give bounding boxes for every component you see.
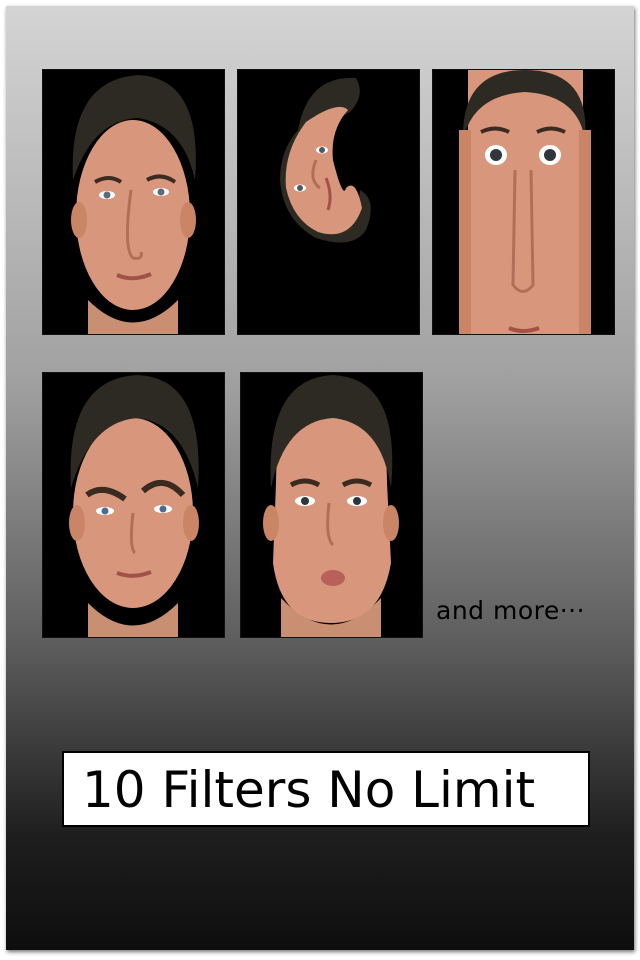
- face-filter-photo-swirl[interactable]: [237, 69, 420, 335]
- face-filter-photo-chubby[interactable]: [240, 372, 423, 638]
- face-original-image: [71, 75, 196, 334]
- filters-banner-text: 10 Filters No Limit: [82, 761, 536, 819]
- face-raised-brow-image: [69, 375, 199, 637]
- face-filter-photo-original[interactable]: [42, 69, 225, 335]
- and-more-label: and more···: [436, 596, 586, 625]
- face-stretch-image: [459, 70, 591, 334]
- face-chubby-image: [263, 375, 399, 637]
- face-filter-photo-raised-brow[interactable]: [42, 372, 225, 638]
- app-screenshot-canvas: and more··· 10 Filters No Limit: [6, 6, 634, 950]
- face-swirl-image: [280, 77, 371, 243]
- face-filter-photo-stretch[interactable]: [432, 69, 615, 335]
- filters-banner: 10 Filters No Limit: [62, 751, 590, 827]
